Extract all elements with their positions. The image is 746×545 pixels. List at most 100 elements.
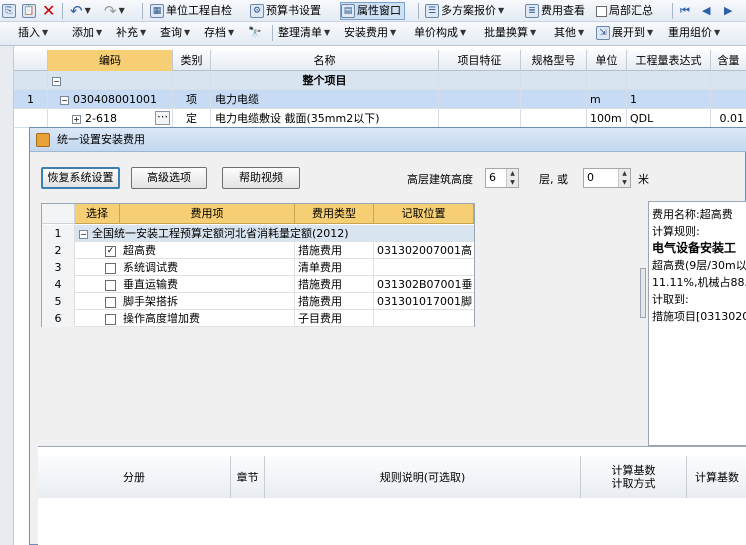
view-fees-button[interactable]: ≣ 费用查看 [525, 2, 585, 20]
header-volume[interactable]: 分册 [38, 456, 231, 498]
row-feature [439, 90, 521, 109]
insert-menu[interactable]: 插入 ▼ [18, 24, 48, 42]
unit-self-check-button[interactable]: ▦ 单位工程自检 [150, 2, 232, 20]
more-icon[interactable]: ⋯ [155, 111, 170, 125]
menu-label: 重用组价 [668, 26, 712, 39]
restore-defaults-button[interactable]: 恢复系统设置 [41, 167, 120, 189]
collapse-icon[interactable]: − [52, 76, 61, 86]
first-icon[interactable]: ⏮ [680, 2, 690, 20]
reuse-pricing-menu[interactable]: 重用组价 ▼ [668, 24, 720, 42]
header-content[interactable]: 含量 [711, 50, 746, 71]
dialog-titlebar[interactable]: 统一设置安装费用 [30, 128, 746, 152]
floors-value: 6 [489, 171, 496, 184]
install-fees-dialog: 统一设置安装费用 恢复系统设置 高级选项 帮助视频 高层建筑高度 6 ▲ ▼ 层,… [29, 127, 746, 545]
copy-icon[interactable]: ⎘ [2, 2, 16, 20]
menu-label: 整理清单 [278, 26, 322, 39]
list-item[interactable]: 6 操作高度增加费 子目费用 [42, 310, 474, 327]
batch-convert-menu[interactable]: 批量换算 ▼ [484, 24, 536, 42]
select-cell [75, 276, 120, 293]
archive-menu[interactable]: 存档 ▼ [204, 24, 234, 42]
checkbox[interactable] [105, 296, 116, 308]
toolbar-label: 多方案报价 [441, 4, 496, 17]
header-rownum [14, 50, 48, 71]
row-name: 整个项目 [211, 71, 439, 90]
multi-plan-quote-button[interactable]: ☰ 多方案报价 ▼ [425, 2, 504, 20]
install-fees-menu[interactable]: 安装费用 ▼ [344, 24, 396, 42]
fee-position[interactable]: 031301017001脚 [374, 293, 474, 310]
floors-stepper[interactable]: 6 ▲ ▼ [485, 168, 519, 188]
partial-summary-checkbox[interactable]: 局部汇总 [596, 2, 653, 20]
row-num: 2 [42, 242, 75, 259]
add-menu[interactable]: 添加 ▼ [72, 24, 102, 42]
header-expression[interactable]: 工程量表达式 [627, 50, 711, 71]
header-type[interactable]: 类别 [173, 50, 211, 71]
header-chapter[interactable]: 章节 [231, 456, 265, 498]
header-position[interactable]: 记取位置 [374, 204, 474, 224]
header-spec[interactable]: 规格型号 [521, 50, 587, 71]
checkbox[interactable] [105, 313, 116, 325]
redo-icon[interactable]: ↷ ▼ [104, 2, 125, 20]
checkbox[interactable] [105, 279, 116, 291]
header-base[interactable]: 计算基数 [687, 456, 746, 498]
budget-settings-button[interactable]: ⚙ 预算书设置 [250, 2, 321, 20]
header-base-method[interactable]: 计算基数 计取方式 [581, 456, 687, 498]
row-type [173, 71, 211, 90]
toolbar-label: 预算书设置 [266, 4, 321, 17]
collapse-icon[interactable]: − [60, 95, 69, 105]
advanced-options-button[interactable]: 高级选项 [131, 167, 207, 189]
fee-item: 超高费 [120, 242, 295, 259]
table-row[interactable]: +2-618 ⋯ 定 电力电缆敷设 截面(35mm2以下) 100m QDL 0.… [14, 109, 746, 128]
fee-position[interactable] [374, 259, 474, 276]
row-num: 6 [42, 310, 75, 327]
row-spec [521, 109, 587, 128]
list-item[interactable]: 3 系统调试费 清单费用 [42, 259, 474, 276]
left-gutter [0, 46, 14, 545]
supplement-menu[interactable]: 补充 ▼ [116, 24, 146, 42]
header-name[interactable]: 名称 [211, 50, 439, 71]
property-window-button[interactable]: ▤ 属性窗口 [340, 2, 405, 20]
fee-position[interactable] [374, 310, 474, 327]
help-video-button[interactable]: 帮助视频 [222, 167, 300, 189]
meters-stepper[interactable]: 0 ▲ ▼ [583, 168, 631, 188]
header-fee-type[interactable]: 费用类型 [295, 204, 374, 224]
spin-arrows-icon[interactable]: ▲ ▼ [506, 169, 518, 187]
expand-to-menu[interactable]: ⇲ 展开到 ▼ [596, 24, 653, 42]
expand-icon[interactable]: + [72, 114, 81, 124]
header-select[interactable]: 选择 [75, 204, 120, 224]
paste-icon[interactable]: 📋 [22, 2, 36, 20]
header-rule-desc[interactable]: 规则说明(可选取) [265, 456, 581, 498]
query-menu[interactable]: 查询 ▼ [160, 24, 190, 42]
vertical-splitter[interactable] [640, 268, 646, 318]
table-row[interactable]: 1 −030408001001 项 电力电缆 m 1 [14, 90, 746, 109]
binoculars-icon[interactable]: 🔭 [248, 24, 262, 42]
header-fee-item[interactable]: 费用项 [120, 204, 295, 224]
list-item[interactable]: 1 − 全国统一安装工程预算定额河北省消耗量定额(2012) [42, 225, 474, 242]
meters-unit-label: 米 [638, 173, 649, 186]
other-menu[interactable]: 其他 ▼ [554, 24, 584, 42]
toolbar-label: 单位工程自检 [166, 4, 232, 17]
header-unit[interactable]: 单位 [587, 50, 627, 71]
header-feature[interactable]: 项目特征 [439, 50, 521, 71]
fee-position[interactable]: 031302007001高 [374, 242, 474, 259]
list-item[interactable]: 2 ✓ 超高费 措施费用 031302007001高 [42, 242, 474, 259]
table-row[interactable]: − 整个项目 [14, 71, 746, 90]
row-spec [521, 71, 587, 90]
row-expression: 1 [627, 90, 711, 109]
undo-icon[interactable]: ↶ ▼ [70, 2, 91, 20]
checkbox-checked[interactable]: ✓ [105, 245, 116, 257]
row-num [14, 71, 48, 90]
delete-icon[interactable]: ✕ [42, 2, 55, 20]
row-type: 定 [173, 109, 211, 128]
list-item[interactable]: 5 脚手架搭拆 措施费用 031301017001脚 [42, 293, 474, 310]
checkbox[interactable] [105, 262, 116, 274]
row-name: 电力电缆 [211, 90, 439, 109]
organize-list-menu[interactable]: 整理清单 ▼ [278, 24, 330, 42]
header-code[interactable]: 编码 [48, 50, 173, 71]
next-icon[interactable]: ▶ [724, 2, 732, 20]
unit-price-menu[interactable]: 单价构成 ▼ [414, 24, 466, 42]
collapse-icon[interactable]: − [79, 229, 88, 239]
spin-arrows-icon[interactable]: ▲ ▼ [618, 169, 630, 187]
fee-position[interactable]: 031302B07001垂 [374, 276, 474, 293]
prev-icon[interactable]: ◀ [702, 2, 710, 20]
list-item[interactable]: 4 垂直运输费 措施费用 031302B07001垂 [42, 276, 474, 293]
